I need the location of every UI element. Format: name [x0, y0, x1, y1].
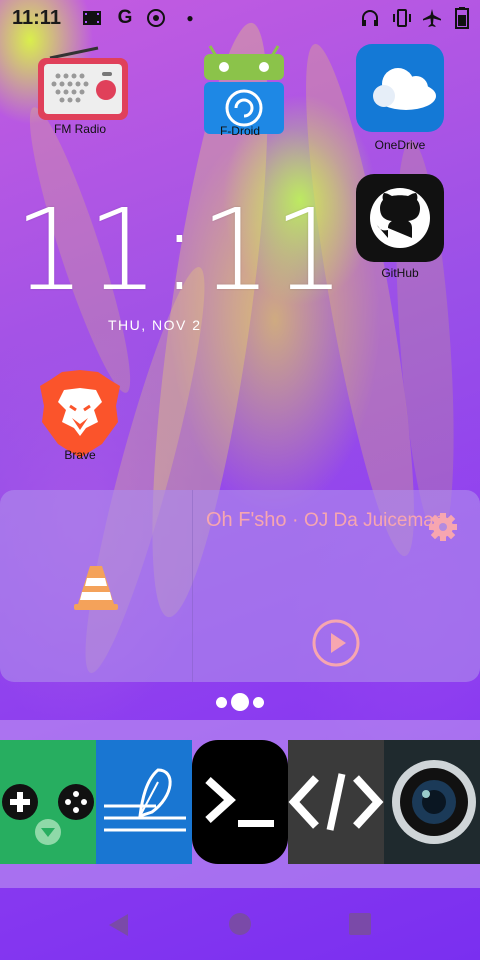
radio-icon	[36, 46, 128, 134]
terminal-icon[interactable]	[192, 740, 288, 864]
brave-lion-icon	[36, 366, 124, 458]
google-icon: G	[117, 7, 133, 28]
home-icon[interactable]	[228, 912, 252, 941]
clock-date[interactable]: THU, NOV 2	[108, 317, 202, 333]
f-droid-icon	[196, 42, 284, 134]
quill-icon[interactable]	[96, 740, 192, 864]
gear-icon[interactable]	[428, 512, 458, 547]
vibrate-icon	[392, 8, 412, 28]
song-artist: OJ Da Juiceman	[303, 510, 445, 531]
airplane-icon	[422, 8, 442, 28]
status-time: 11:11	[12, 7, 61, 29]
song-title: Oh F'sho	[206, 509, 287, 531]
back-icon[interactable]	[106, 912, 132, 943]
status-bar: 11:11 G ●	[0, 0, 480, 36]
code-icon[interactable]	[288, 740, 384, 864]
gamepad-icon[interactable]	[0, 740, 96, 864]
app-brave[interactable]: Brave	[32, 366, 128, 462]
vlc-cone-icon[interactable]	[72, 562, 120, 617]
widget-divider	[192, 490, 193, 682]
headphones-icon	[360, 8, 380, 28]
film-icon	[82, 8, 102, 28]
app-label: GitHub	[381, 266, 419, 280]
app-fm-radio[interactable]: FM Radio	[32, 46, 128, 136]
cloud-icon	[356, 44, 444, 132]
recents-icon[interactable]	[348, 912, 372, 941]
clock-time[interactable]: 11:11	[14, 186, 347, 316]
app-label: OneDrive	[374, 138, 426, 152]
play-icon[interactable]	[311, 618, 361, 673]
battery-icon	[452, 7, 472, 29]
app-github[interactable]: GitHub	[352, 174, 448, 280]
app-f-droid[interactable]: F-Droid	[192, 42, 288, 138]
dot-icon: ●	[186, 11, 194, 25]
app-onedrive[interactable]: OneDrive	[352, 44, 448, 152]
song-separator: ·	[292, 510, 299, 531]
navigation-bar	[0, 888, 480, 960]
github-icon	[356, 174, 444, 262]
mail-icon	[146, 8, 166, 28]
camera-icon[interactable]	[384, 740, 480, 864]
